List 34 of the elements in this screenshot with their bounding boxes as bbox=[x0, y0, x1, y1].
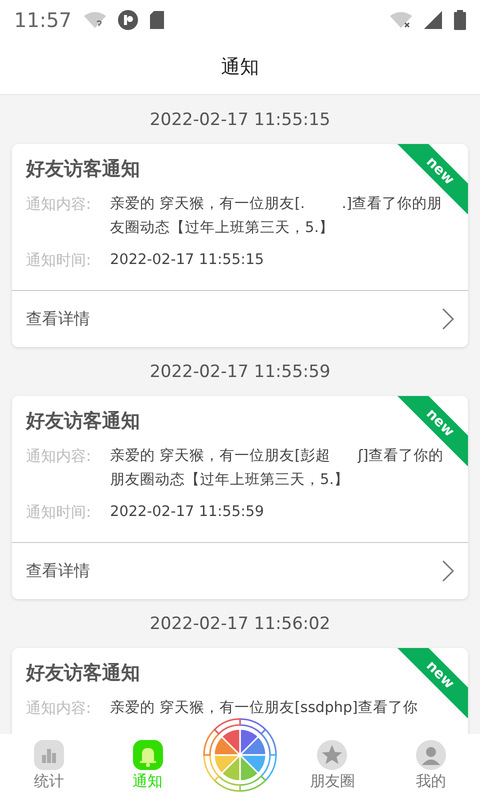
sd-card-icon bbox=[150, 11, 164, 29]
wifi-off-icon bbox=[390, 12, 412, 28]
bar-chart-icon bbox=[34, 740, 64, 770]
details-link[interactable]: 查看详情 bbox=[12, 542, 468, 599]
field-label: 通知内容: bbox=[26, 698, 92, 719]
time-text: 2022-02-17 11:55:59 bbox=[110, 503, 265, 522]
chevron-right-icon bbox=[442, 560, 454, 582]
field-label: 通知时间: bbox=[26, 502, 92, 523]
card-title: 好友访客通知 bbox=[26, 157, 140, 182]
battery-icon bbox=[454, 10, 466, 30]
field-label: 通知内容: bbox=[26, 446, 92, 467]
card-title: 好友访客通知 bbox=[26, 661, 140, 686]
details-link[interactable]: 查看详情 bbox=[12, 290, 468, 347]
wifi-icon bbox=[84, 12, 106, 28]
field-label: 通知时间: bbox=[26, 250, 92, 271]
card-title: 好友访客通知 bbox=[26, 409, 140, 434]
date-label: 2022-02-17 11:55:15 bbox=[148, 110, 332, 130]
tab-item[interactable]: 统计 bbox=[0, 734, 98, 792]
time-text: 2022-02-17 11:55:15 bbox=[110, 251, 265, 270]
status-time: 11:57 bbox=[14, 8, 72, 32]
app-icon bbox=[118, 10, 138, 30]
page-title: 通知 bbox=[221, 55, 259, 80]
details-label: 查看详情 bbox=[26, 560, 90, 582]
field-label: 通知内容: bbox=[26, 194, 92, 215]
date-label: 2022-02-17 11:55:59 bbox=[148, 362, 332, 382]
tab-item[interactable]: 我的 bbox=[382, 734, 480, 792]
bell-icon bbox=[132, 740, 163, 770]
details-label: 查看详情 bbox=[26, 308, 90, 330]
signal-icon bbox=[424, 11, 442, 29]
date-label: 2022-02-17 11:56:02 bbox=[148, 614, 332, 634]
color-wheel-icon[interactable] bbox=[202, 717, 278, 793]
person-icon bbox=[416, 740, 446, 770]
tab-item[interactable]: 朋友圈 bbox=[283, 734, 382, 792]
chevron-right-icon bbox=[442, 308, 454, 330]
